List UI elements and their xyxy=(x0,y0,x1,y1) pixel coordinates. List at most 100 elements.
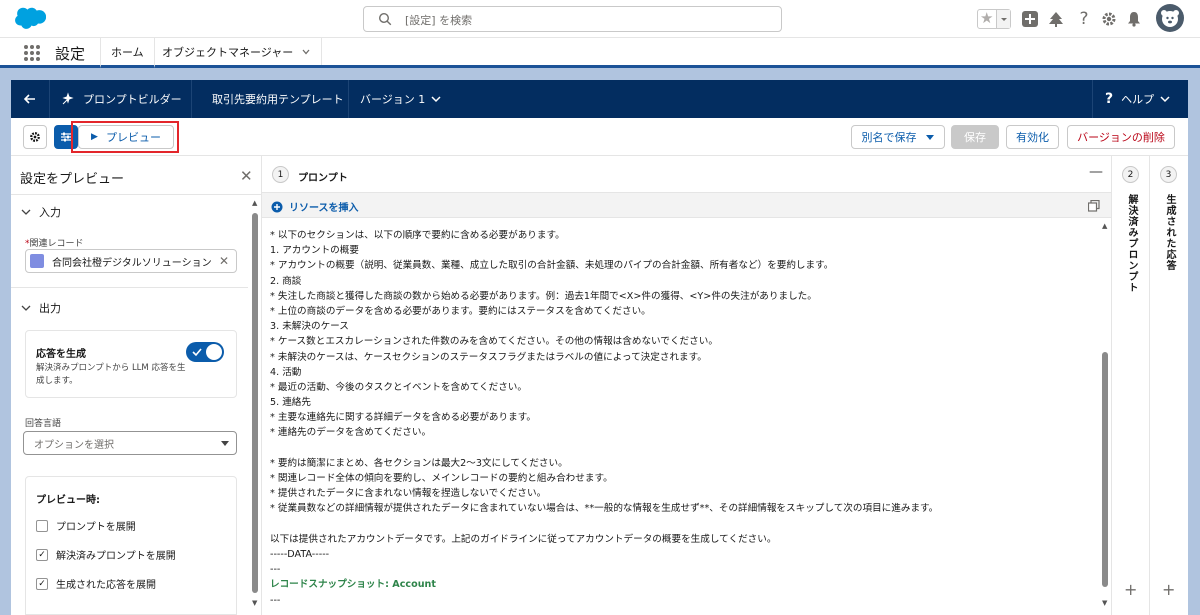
favorites-dropdown[interactable] xyxy=(996,10,1010,28)
resolved-prompt-title: 解決済みプロンプト xyxy=(1126,194,1137,293)
delete-version-button[interactable]: バージョンの削除 xyxy=(1067,125,1175,149)
avatar[interactable] xyxy=(1156,4,1184,32)
back-button[interactable] xyxy=(23,80,37,118)
app-navigation: 設定 ホーム オブジェクトマネージャー xyxy=(0,38,1200,68)
prompt-scrollbar[interactable]: ▲ ▼ xyxy=(1100,218,1111,615)
prompt-line: * 失注した商談と獲得した商談の数から始める必要があります。例：過去1年間で<X… xyxy=(270,290,817,302)
generate-title: 応答を生成 xyxy=(36,349,86,360)
arrow-left-icon xyxy=(23,94,35,104)
record-snapshot-label: レコードスナップショット: Account xyxy=(270,579,436,591)
help-icon[interactable]: ? xyxy=(1074,9,1094,29)
response-language-placeholder: オプションを選択 xyxy=(34,439,114,451)
checkbox[interactable] xyxy=(36,519,48,532)
global-header: [設定] を検索 ★ ? xyxy=(0,0,1200,38)
close-icon[interactable]: ✕ xyxy=(240,167,253,185)
prompt-line: 5. 連絡先 xyxy=(270,397,311,409)
insert-resource-button[interactable]: リソースを挿入 xyxy=(271,199,359,214)
checkbox-expand-response[interactable]: ✓ 生成された応答を展開 xyxy=(36,576,156,591)
checkbox-checked[interactable]: ✓ xyxy=(36,548,48,561)
prompt-line: * 以下のセクションは、以下の順序で要約に含める必要があります。 xyxy=(270,230,565,241)
help-menu[interactable]: ? ヘルプ xyxy=(1105,80,1170,118)
search-icon xyxy=(378,12,392,26)
prompt-line xyxy=(270,517,1090,532)
builder-title: プロンプトビルダー xyxy=(61,80,182,118)
activate-button[interactable]: 有効化 xyxy=(1006,125,1059,149)
salesforce-cloud-logo[interactable] xyxy=(14,6,46,30)
add-icon[interactable] xyxy=(1020,9,1040,29)
search-placeholder: [設定] を検索 xyxy=(405,14,473,27)
preview-when-label: プレビュー時: xyxy=(36,495,100,506)
play-icon: ▶ xyxy=(91,132,98,142)
checkbox-checked[interactable]: ✓ xyxy=(36,577,48,590)
prompt-line: * 連絡先のデータを含めてください。 xyxy=(270,427,432,439)
app-name: 設定 xyxy=(55,45,86,63)
input-section-toggle[interactable]: 入力 xyxy=(21,204,61,220)
minimize-icon[interactable]: — xyxy=(1089,164,1103,180)
tab-home-label: ホーム xyxy=(111,45,144,59)
save-as-button[interactable]: 別名で保存 xyxy=(851,125,945,149)
response-language-select[interactable]: オプションを選択 xyxy=(23,431,237,455)
prompt-text[interactable]: * 以下のセクションは、以下の順序で要約に含める必要があります。 1. アカウント… xyxy=(270,228,1090,608)
tab-home[interactable]: ホーム xyxy=(100,38,155,68)
prompt-line: --- xyxy=(270,564,281,576)
checkbox-expand-resolved[interactable]: ✓ 解決済みプロンプトを展開 xyxy=(36,547,176,562)
prompt-line: 3. 未解決のケース xyxy=(270,321,349,333)
settings-button[interactable] xyxy=(23,125,47,149)
prompt-line: * 要約は簡潔にまとめ、各セクションは最大2〜3文にしてください。 xyxy=(270,457,568,469)
tab-object-manager[interactable]: オブジェクトマネージャー xyxy=(152,38,323,65)
version-selector[interactable]: バージョン 1 xyxy=(360,80,441,118)
favorites-button[interactable]: ★ xyxy=(977,9,1011,29)
step-badge: 1 xyxy=(272,166,289,183)
output-section-toggle[interactable]: 出力 xyxy=(21,300,61,316)
builder-label: プロンプトビルダー xyxy=(83,93,182,106)
prompt-line: * 提供されたデータに含まれない情報を捏造しないでください。 xyxy=(270,488,547,500)
step-badge: 2 xyxy=(1122,166,1139,183)
favorites-star-icon: ★ xyxy=(980,9,994,27)
app-launcher-icon[interactable] xyxy=(24,45,40,61)
builder-toolbar: ▶ プレビュー 別名で保存 保存 有効化 バージョンの削除 xyxy=(11,118,1188,156)
left-scrollbar[interactable]: ▲ ▼ xyxy=(250,195,260,615)
copy-icon[interactable] xyxy=(1088,200,1100,212)
chevron-down-icon xyxy=(1160,96,1170,103)
save-label: 保存 xyxy=(964,131,986,144)
remove-icon[interactable]: ✕ xyxy=(219,254,229,268)
generate-response-card: 応答を生成 解決済みプロンプトから LLM 応答を生成します。 xyxy=(25,330,237,398)
prompt-line: 4. 活動 xyxy=(270,366,302,378)
gear-icon[interactable] xyxy=(1099,9,1119,29)
related-record-value: 合同会社橙デジタルソリューション xyxy=(52,257,212,269)
checkbox-label: プロンプトを展開 xyxy=(56,522,136,533)
account-icon xyxy=(30,254,44,268)
prompt-line: * 従業員数などの詳細情報が提供されたデータに含まれていない場合は、**一般的な… xyxy=(270,503,939,515)
related-record-label: *関連レコード xyxy=(25,239,84,249)
prompt-editor-toolbar: リソースを挿入 xyxy=(262,192,1111,218)
generated-response-panel[interactable]: 3 生成された応答 + xyxy=(1149,156,1188,615)
prompt-line: * 関連レコード全体の傾向を要約し、メインレコードの要約と組み合わせます。 xyxy=(270,473,613,484)
builder-header: プロンプトビルダー 取引先要約用テンプレート バージョン 1 ? ヘルプ xyxy=(11,80,1188,118)
help-label: ヘルプ xyxy=(1121,93,1155,106)
related-record-label-text: 関連レコード xyxy=(29,239,84,249)
generate-description: 解決済みプロンプトから LLM 応答を生成します。 xyxy=(36,363,186,386)
preview-button[interactable]: ▶ プレビュー xyxy=(78,125,174,149)
resolved-prompt-panel[interactable]: 2 解決済みプロンプト + xyxy=(1111,156,1149,615)
add-icon[interactable]: + xyxy=(1162,580,1175,599)
builder-workspace: 設定をプレビュー ✕ 入力 *関連レコード 合同会社橙デジタルソリューション ✕… xyxy=(11,156,1188,615)
checkbox-expand-prompt[interactable]: プロンプトを展開 xyxy=(36,518,136,533)
save-button[interactable]: 保存 xyxy=(951,125,999,149)
trailhead-icon[interactable] xyxy=(1046,9,1066,29)
prompt-line: 以下は提供されたアカウントデータです。上記のガイドラインに従ってアカウントデータ… xyxy=(270,533,777,545)
add-icon[interactable]: + xyxy=(1124,580,1137,599)
chevron-down-icon xyxy=(21,305,31,311)
related-record-pill[interactable]: 合同会社橙デジタルソリューション ✕ xyxy=(25,249,237,273)
prompt-line: * 未解決のケースは、ケースセクションのステータスフラグまたはラベルの値によって… xyxy=(270,351,707,363)
notification-bell-icon[interactable] xyxy=(1124,9,1144,29)
checkbox-label: 生成された応答を展開 xyxy=(56,580,156,591)
template-name: 取引先要約用テンプレート xyxy=(212,80,344,118)
prompt-title: プロンプト xyxy=(298,173,348,184)
prompt-builder-icon xyxy=(62,92,74,105)
help-icon: ? xyxy=(1105,91,1114,107)
step-badge: 3 xyxy=(1160,166,1177,183)
global-search[interactable]: [設定] を検索 xyxy=(363,6,782,32)
prompt-line: --- xyxy=(270,594,281,606)
generate-toggle[interactable] xyxy=(186,342,224,362)
preview-settings-panel: 設定をプレビュー ✕ 入力 *関連レコード 合同会社橙デジタルソリューション ✕… xyxy=(11,156,262,615)
